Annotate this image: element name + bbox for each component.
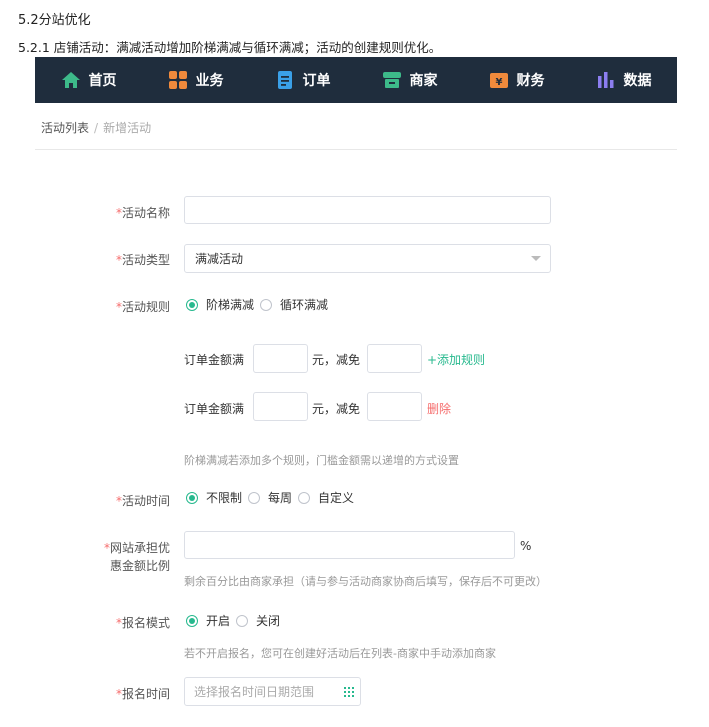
- rule-row-1-threshold-input[interactable]: [253, 344, 308, 373]
- nav-item-finance[interactable]: ¥ 财务: [463, 57, 570, 103]
- activity-type-select[interactable]: 满减活动: [184, 244, 551, 273]
- rule-row-1-prefix: 订单金额满: [184, 353, 245, 367]
- radio-time-custom[interactable]: 自定义: [298, 489, 354, 506]
- activity-time-label: *活动时间: [115, 494, 170, 508]
- chevron-down-icon: [531, 256, 541, 261]
- radio-checked-icon: [186, 491, 198, 504]
- nav-item-business[interactable]: 业务: [142, 57, 249, 103]
- signup-mode-radio-group: 开启 关闭: [186, 612, 286, 629]
- top-nav: 首页 业务 订单 商家 ¥ 财务 数据: [35, 57, 677, 103]
- bar-chart-icon: [597, 72, 613, 88]
- radio-unchecked-icon: [298, 491, 311, 504]
- rule-hint: 阶梯满减若添加多个规则，门槛金额需以递增的方式设置: [184, 454, 459, 467]
- activity-rule-label: *活动规则: [115, 300, 170, 314]
- breadcrumb-separator: /: [94, 121, 99, 135]
- nav-item-orders[interactable]: 订单: [249, 57, 356, 103]
- nav-item-label: 首页: [88, 73, 117, 89]
- nav-item-merchants[interactable]: 商家: [356, 57, 463, 103]
- nav-item-label: 财务: [516, 73, 545, 89]
- nav-item-label: 数据: [623, 73, 652, 89]
- delete-rule-link[interactable]: 删除: [427, 400, 451, 417]
- radio-unchecked-icon: [248, 491, 261, 504]
- document-icon: [277, 71, 292, 89]
- nav-item-home[interactable]: 首页: [35, 57, 142, 103]
- calendar-icon: [344, 687, 354, 697]
- subsection-title: 5.2.1 店铺活动：满减活动增加阶梯满减与循环满减；活动的创建规则优化。: [18, 40, 442, 55]
- wallet-icon: ¥: [489, 73, 508, 88]
- activity-name-input[interactable]: [184, 196, 551, 224]
- signup-time-date-range-picker[interactable]: 选择报名时间日期范围: [184, 677, 361, 706]
- ratio-hint: 剩余百分比由商家承担（请与参与活动商家协商后填写，保存后不可更改）: [184, 575, 547, 588]
- radio-checked-icon: [186, 614, 198, 627]
- radio-signup-on[interactable]: 开启: [186, 612, 230, 629]
- radio-unchecked-icon: [260, 298, 273, 311]
- rule-row-2-reduction-input[interactable]: [367, 392, 422, 421]
- rule-row-1-reduction-input[interactable]: [367, 344, 422, 373]
- activity-type-label: *活动类型: [115, 253, 170, 267]
- rule-row-2-prefix: 订单金额满: [184, 402, 245, 416]
- store-icon: [382, 72, 401, 88]
- activity-rule-radio-group: 阶梯满减 循环满减: [186, 296, 334, 313]
- rule-row-2-mid: 元，减免: [312, 402, 361, 416]
- signup-mode-label: *报名模式: [115, 616, 170, 630]
- activity-type-value: 满减活动: [195, 252, 244, 266]
- site-ratio-label: *网站承担优 惠金额比例: [103, 541, 170, 573]
- percent-unit: %: [520, 539, 532, 553]
- home-icon: [61, 72, 80, 88]
- activity-name-label: *活动名称: [115, 206, 170, 220]
- nav-item-label: 商家: [409, 73, 438, 89]
- nav-item-label: 订单: [302, 73, 331, 89]
- radio-tiered-discount[interactable]: 阶梯满减: [186, 296, 254, 313]
- breadcrumb-parent-link[interactable]: 活动列表: [41, 121, 89, 135]
- breadcrumb: 活动列表 / 新增活动: [41, 119, 151, 136]
- breadcrumb-current: 新增活动: [103, 121, 152, 135]
- site-ratio-input[interactable]: [184, 531, 515, 559]
- header-divider: [35, 149, 677, 150]
- rule-row-2-threshold-input[interactable]: [253, 392, 308, 421]
- svg-text:¥: ¥: [495, 77, 502, 88]
- nav-item-label: 业务: [195, 73, 224, 89]
- rule-row-1-mid: 元，减免: [312, 353, 361, 367]
- radio-unchecked-icon: [236, 614, 249, 627]
- radio-cyclic-discount[interactable]: 循环满减: [260, 296, 328, 313]
- signup-time-label: *报名时间: [115, 687, 170, 701]
- grid-icon: [168, 71, 187, 89]
- radio-time-weekly[interactable]: 每周: [248, 489, 292, 506]
- radio-time-unlimited[interactable]: 不限制: [186, 489, 242, 506]
- section-title: 5.2分站优化: [18, 13, 91, 28]
- radio-signup-off[interactable]: 关闭: [236, 612, 280, 629]
- signup-hint: 若不开启报名，您可在创建好活动后在列表-商家中手动添加商家: [184, 647, 496, 660]
- activity-time-radio-group: 不限制 每周 自定义: [186, 489, 360, 506]
- add-rule-link[interactable]: +添加规则: [427, 351, 485, 368]
- nav-item-data[interactable]: 数据: [570, 57, 677, 103]
- radio-checked-icon: [186, 298, 198, 311]
- date-range-placeholder: 选择报名时间日期范围: [194, 685, 315, 699]
